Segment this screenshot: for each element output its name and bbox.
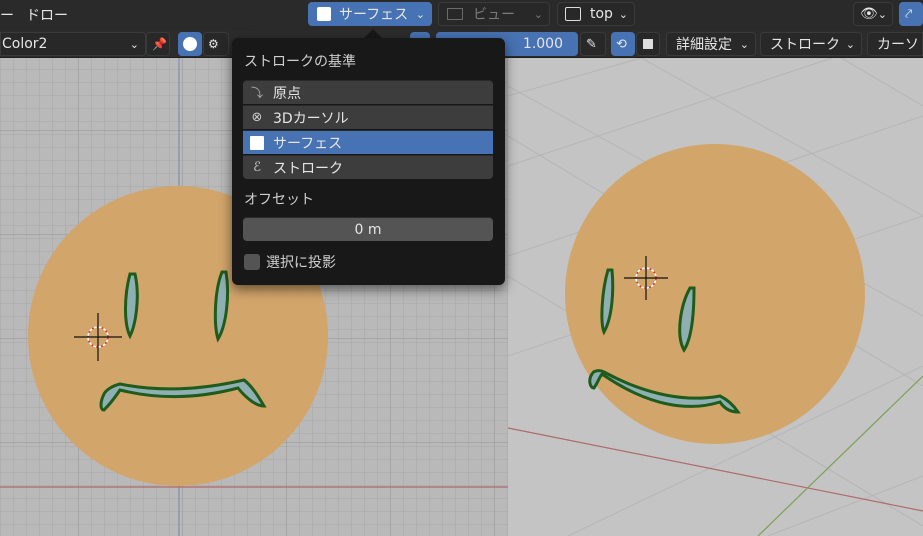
3d-cursor-icon: ⊗ bbox=[251, 110, 263, 125]
chevron-down-icon: ⌄ bbox=[415, 7, 425, 21]
stroke-dropdown[interactable]: ストローク ⌄ bbox=[760, 32, 862, 56]
monitor-icon bbox=[447, 8, 463, 20]
popup-title: ストロークの基準 bbox=[244, 54, 356, 70]
project-selection-checkbox-row[interactable]: 選択に投影 bbox=[244, 252, 336, 272]
stroke-icon: ℰ bbox=[253, 160, 261, 175]
option-origin-label: 原点 bbox=[273, 85, 301, 102]
stroke-label: ストローク bbox=[770, 37, 840, 53]
view-orientation-dropdown[interactable]: top ⌄ bbox=[557, 2, 635, 26]
view-dropdown-label: ビュー bbox=[473, 7, 515, 23]
option-surface[interactable]: サーフェス bbox=[243, 130, 493, 154]
cursor-dropdown[interactable]: カーソ bbox=[867, 32, 923, 56]
view-orientation-icon bbox=[565, 7, 581, 21]
chevron-down-icon: ⌄ bbox=[877, 7, 887, 21]
project-selection-checkbox[interactable] bbox=[244, 254, 260, 270]
stroke-placement-popup: ストロークの基準 ⤵ 原点 ⊗ 3Dカーソル サーフェス ℰ ストローク オフセ… bbox=[232, 38, 505, 285]
offset-field[interactable]: 0 m bbox=[243, 217, 493, 241]
menu-fragment[interactable]: ー bbox=[0, 5, 14, 25]
vertex-paint-icon: ⚙ bbox=[208, 37, 219, 51]
view-dropdown[interactable]: ビュー ⌄ bbox=[438, 2, 550, 26]
viewport-right[interactable] bbox=[508, 56, 923, 536]
offset-value: 0 m bbox=[354, 221, 382, 238]
chevron-down-icon: ⌄ bbox=[845, 37, 855, 51]
mode-toggle-button[interactable]: ⟲ bbox=[611, 32, 635, 56]
offset-label: オフセット bbox=[244, 192, 314, 208]
curve-icon: ⤤ bbox=[905, 6, 913, 22]
link-icon: ⟲ bbox=[616, 36, 627, 52]
project-selection-label: 選択に投影 bbox=[266, 255, 336, 271]
advanced-label: 詳細設定 bbox=[676, 37, 732, 53]
strength-value: 1.000 bbox=[522, 36, 563, 52]
curve-toggle[interactable]: ⤤ bbox=[899, 2, 923, 26]
stroke-placement-label: サーフェス bbox=[339, 7, 409, 23]
vertex-color-button[interactable]: ⚙ bbox=[203, 32, 229, 56]
view-orientation-label: top bbox=[590, 6, 613, 22]
chevron-down-icon: ⌄ bbox=[129, 37, 139, 51]
option-stroke[interactable]: ℰ ストローク bbox=[243, 155, 493, 179]
advanced-dropdown[interactable]: 詳細設定 ⌄ bbox=[666, 32, 756, 56]
eye-visibility-icon: 👁 bbox=[860, 6, 878, 22]
stroke-placement-dropdown[interactable]: サーフェス ⌄ bbox=[308, 2, 432, 26]
layer-button[interactable] bbox=[636, 32, 660, 56]
layer-icon bbox=[643, 39, 653, 49]
cursor-label: カーソ bbox=[877, 37, 919, 53]
visibility-dropdown[interactable]: 👁 ⌄ bbox=[853, 2, 893, 26]
pin-icon: 📌 bbox=[152, 37, 167, 51]
draw-menu[interactable]: ドロー bbox=[26, 5, 68, 25]
chevron-down-icon: ⌄ bbox=[739, 37, 749, 51]
surface-icon bbox=[247, 135, 267, 151]
material-dropdown[interactable]: Color2 ⌄ bbox=[0, 32, 146, 56]
option-origin[interactable]: ⤵ 原点 bbox=[243, 80, 493, 104]
pin-button[interactable]: 📌 bbox=[146, 32, 170, 56]
origin-icon: ⤵ bbox=[250, 86, 263, 100]
option-3d-cursor[interactable]: ⊗ 3Dカーソル bbox=[243, 105, 493, 129]
material-sphere-icon bbox=[183, 37, 197, 51]
pressure-icon: ✎ bbox=[586, 36, 597, 52]
option-3d-cursor-label: 3Dカーソル bbox=[273, 110, 349, 127]
option-stroke-label: ストローク bbox=[273, 160, 343, 177]
option-surface-label: サーフェス bbox=[273, 135, 343, 152]
chevron-down-icon: ⌄ bbox=[618, 7, 628, 21]
material-label: Color2 bbox=[2, 36, 48, 52]
surface-icon bbox=[317, 7, 331, 21]
header-bar: ー ドロー サーフェス ⌄ ビュー ⌄ top ⌄ 👁 ⌄ ⤤ bbox=[0, 0, 923, 30]
color-mode-button[interactable] bbox=[178, 32, 202, 56]
pressure-button[interactable]: ✎ bbox=[580, 32, 606, 56]
chevron-down-icon: ⌄ bbox=[533, 7, 543, 21]
